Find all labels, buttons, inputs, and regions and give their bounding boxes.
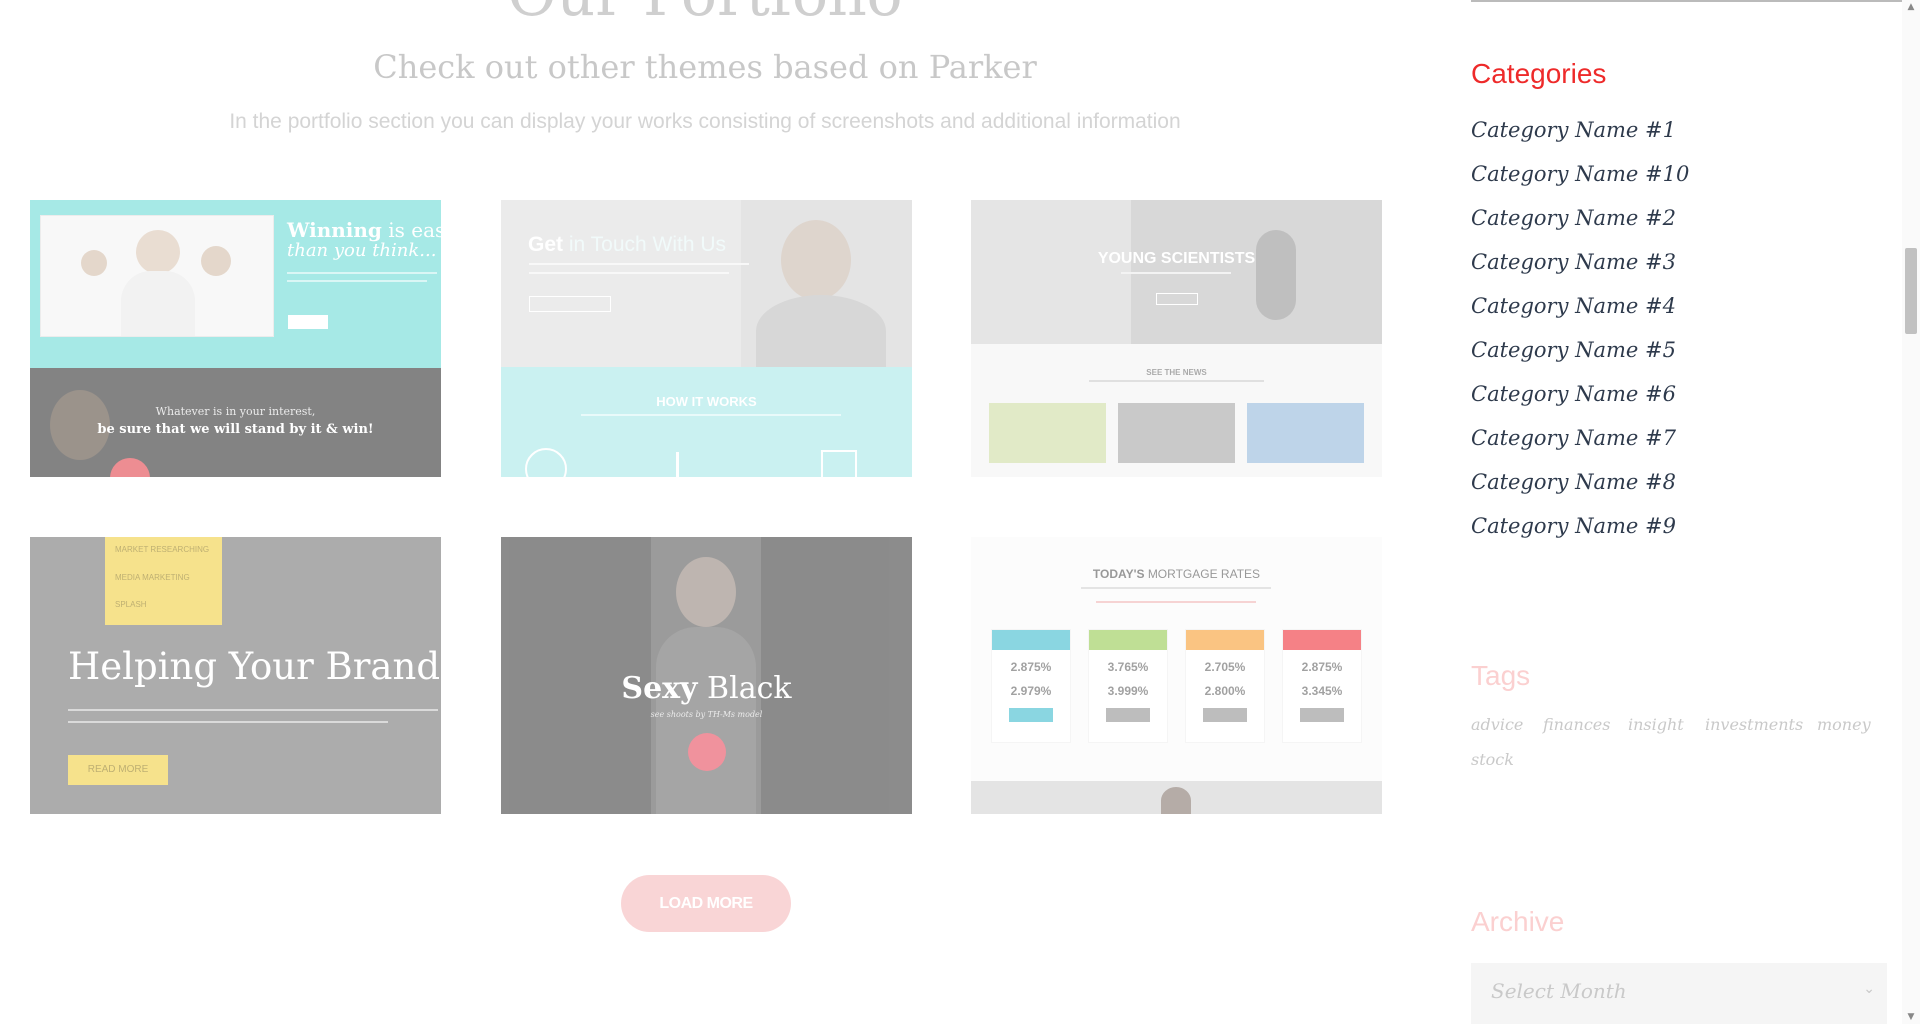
category-link[interactable]: Category Name #6 — [1471, 376, 1689, 420]
sexy-black-caption: see shoots by TH-Ms model — [650, 710, 763, 719]
rate-2-bottom: 3.999% — [1107, 684, 1149, 698]
brand-menu-2: MEDIA MARKETING — [115, 573, 190, 582]
chart-icon — [676, 452, 709, 477]
man-photo — [741, 200, 912, 367]
category-link[interactable]: Category Name #3 — [1471, 244, 1689, 288]
rate-column-3: 2.705% 2.800% — [1185, 629, 1265, 743]
rate-column-4: 2.875% 3.345% — [1282, 629, 1362, 743]
category-link[interactable]: Category Name #5 — [1471, 332, 1689, 376]
news-image-3 — [1247, 403, 1364, 463]
category-list: Category Name #1 Category Name #10 Categ… — [1471, 112, 1689, 552]
tag-link[interactable]: advice — [1471, 715, 1523, 734]
touch-heading-rest: in Touch With Us — [568, 233, 727, 256]
archive-select-value: Select Month — [1491, 979, 1627, 1003]
brand-menu-3: SPLASH — [115, 600, 147, 609]
tag-link[interactable]: stock — [1471, 750, 1514, 769]
portfolio-description: In the portfolio section you can display… — [229, 110, 1181, 133]
category-link[interactable]: Category Name #2 — [1471, 200, 1689, 244]
mortgage-title-bold: TODAY'S — [1092, 567, 1145, 581]
categories-heading: Categories — [1471, 58, 1607, 89]
category-link[interactable]: Category Name #10 — [1471, 156, 1689, 200]
portfolio-item-sexy-black[interactable]: Sexy Black see shoots by TH-Ms model — [501, 537, 912, 814]
brand-read-more: READ MORE — [68, 755, 168, 785]
rate-1-top: 2.875% — [1010, 660, 1052, 674]
shop-circle-icon — [688, 733, 726, 771]
winning-heading-rest: is easier — [388, 218, 441, 242]
sexy-black-rest: Black — [707, 671, 792, 706]
winning-heading-bold: Winning — [287, 218, 382, 242]
scroll-down-icon[interactable]: ▼ — [1902, 1010, 1920, 1024]
rate-1-bottom: 2.979% — [1010, 684, 1052, 698]
category-link[interactable]: Category Name #7 — [1471, 420, 1689, 464]
rate-4-top: 2.875% — [1301, 660, 1343, 674]
archive-heading: Archive — [1471, 906, 1565, 937]
scientists-title: YOUNG SCIENTISTS — [1097, 250, 1256, 267]
news-image-2 — [1118, 403, 1235, 463]
scrollbar-thumb[interactable] — [1905, 248, 1917, 334]
load-more-button[interactable]: LOAD MORE — [621, 875, 791, 932]
rate-column-2: 3.765% 3.999% — [1088, 629, 1168, 743]
touch-cta — [529, 296, 611, 312]
tag-link[interactable]: investments — [1705, 715, 1803, 734]
tag-link[interactable]: money — [1817, 715, 1871, 734]
winning-heading-line2: than you think... — [287, 240, 437, 261]
portfolio-subtitle: Check out other themes based on Parker — [373, 48, 1037, 86]
rate-column-1: 2.875% 2.979% — [991, 629, 1071, 743]
chevron-down-icon: ⌄ — [1863, 981, 1875, 997]
portfolio-item-mortgage-rates[interactable]: TODAY'S MORTGAGE RATES 2.875% 2.979% 3.7… — [971, 537, 1382, 814]
edit-icon — [821, 450, 857, 477]
portfolio-item-helping-brand[interactable]: MARKET RESEARCHING MEDIA MARKETING SPLAS… — [30, 537, 441, 814]
rate-3-top: 2.705% — [1204, 660, 1246, 674]
news-image-1 — [989, 403, 1106, 463]
sidebar-divider — [1471, 0, 1902, 2]
rate-3-bottom: 2.800% — [1204, 684, 1246, 698]
portfolio-item-get-in-touch[interactable]: Get in Touch With Us HOW IT WORKS — [501, 200, 912, 477]
category-link[interactable]: Category Name #1 — [1471, 112, 1689, 156]
touch-heading-bold: Get — [528, 233, 564, 256]
portfolio-item-young-scientists[interactable]: YOUNG SCIENTISTS SEE THE NEWS — [971, 200, 1382, 477]
category-link[interactable]: Category Name #4 — [1471, 288, 1689, 332]
portfolio-title: Our Portfolio — [0, 0, 1410, 30]
tags-heading: Tags — [1471, 660, 1531, 691]
portfolio-item-winning[interactable]: Winning is easier than you think... What… — [30, 200, 441, 477]
brand-menu-1: MARKET RESEARCHING — [115, 545, 210, 554]
team-photo — [40, 215, 274, 337]
scrollbar-track[interactable] — [1902, 0, 1920, 1024]
mortgage-title-rest: MORTGAGE RATES — [1147, 567, 1261, 581]
winning-cta — [288, 315, 328, 329]
scientists-news-title: SEE THE NEWS — [1146, 368, 1207, 377]
portfolio-section: Our Portfolio Check out other themes bas… — [0, 0, 1410, 1024]
rate-4-bottom: 3.345% — [1301, 684, 1343, 698]
scroll-up-icon[interactable]: ▲ — [1902, 0, 1920, 14]
category-link[interactable]: Category Name #9 — [1471, 508, 1689, 552]
archive-select[interactable]: Select Month ⌄ — [1471, 963, 1887, 1024]
microscope-icon — [1256, 230, 1296, 320]
brand-title: Helping Your Brand — [68, 645, 441, 688]
winning-tagline2: be sure that we will stand by it & win! — [97, 422, 374, 437]
tag-link[interactable]: insight — [1628, 715, 1684, 734]
tag-link[interactable]: finances — [1543, 715, 1610, 734]
touch-section-title: HOW IT WORKS — [656, 394, 757, 409]
rate-2-top: 3.765% — [1107, 660, 1149, 674]
category-link[interactable]: Category Name #8 — [1471, 464, 1689, 508]
sexy-black-bold: Sexy — [621, 671, 698, 706]
winning-tagline: Whatever is in your interest, — [155, 405, 316, 418]
